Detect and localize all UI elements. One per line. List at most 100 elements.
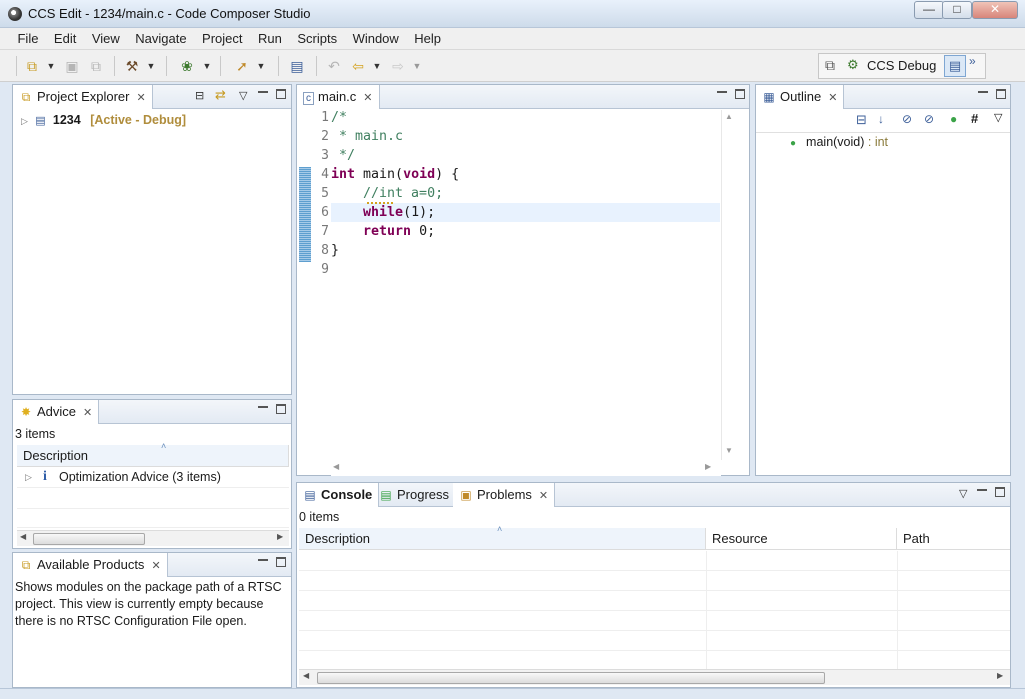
build-dropdown-icon[interactable]: ▼ (146, 56, 156, 76)
editor-vertical-scrollbar[interactable]: ▲ ▼ (721, 110, 737, 460)
minimize-editor-icon[interactable] (717, 90, 727, 93)
tab-advice[interactable]: ✸ Advice ✕ (13, 400, 100, 424)
code-token: 0; (411, 224, 436, 239)
minimize-button[interactable]: — (914, 1, 944, 19)
close-button[interactable]: ✕ (972, 1, 1018, 19)
scroll-left-icon[interactable]: ◀ (303, 671, 309, 680)
sort-indicator-icon: ˄ (161, 441, 167, 451)
close-icon[interactable]: ✕ (828, 92, 837, 104)
prev-edit-icon[interactable]: ⇦ (348, 56, 368, 76)
project-name[interactable]: 1234 (53, 113, 81, 127)
collapse-all-icon[interactable]: ⊟ (856, 112, 867, 128)
maximize-editor-icon[interactable] (735, 89, 745, 99)
maximize-button[interactable]: □ (942, 1, 972, 19)
next-edit-icon[interactable]: ⇨ (388, 56, 408, 76)
more-perspectives-icon[interactable]: » (969, 54, 976, 68)
flash-dropdown-icon[interactable]: ▼ (256, 56, 266, 76)
menu-help[interactable]: Help (408, 29, 447, 48)
table-row[interactable]: ▷ i Optimization Advice (3 items) (17, 468, 289, 488)
tab-console[interactable]: ▤ Console (297, 483, 380, 507)
new-icon[interactable]: ⧉ (22, 56, 42, 76)
menu-edit[interactable]: Edit (48, 29, 82, 48)
minimize-view-icon[interactable] (258, 405, 268, 408)
view-menu-icon[interactable]: ▽ (959, 487, 967, 500)
collapse-all-icon[interactable]: ⊟ (195, 89, 204, 102)
terminal-icon[interactable]: ▤ (287, 56, 307, 76)
menu-run[interactable]: Run (252, 29, 288, 48)
save-all-icon[interactable]: ⧉ (86, 56, 106, 76)
maximize-view-icon[interactable] (995, 487, 1005, 497)
ccs-edit-perspective-icon[interactable]: ▤ (944, 55, 966, 77)
minimize-view-icon[interactable] (258, 558, 268, 561)
prev-edit-dropdown-icon[interactable]: ▼ (372, 56, 382, 76)
tab-project-explorer[interactable]: ⧉ Project Explorer ✕ (13, 85, 153, 109)
column-divider (897, 551, 898, 669)
debug-dropdown-icon[interactable]: ▼ (202, 56, 212, 76)
menu-file[interactable]: File (11, 29, 44, 48)
hide-macros-icon[interactable]: # (971, 111, 978, 126)
maximize-view-icon[interactable] (276, 557, 286, 567)
scrollbar-thumb[interactable] (317, 672, 825, 684)
scroll-right-icon[interactable]: ▶ (277, 532, 283, 541)
minimize-view-icon[interactable] (977, 488, 987, 491)
save-icon[interactable]: ▣ (62, 56, 82, 76)
menu-project[interactable]: Project (196, 29, 248, 48)
scroll-up-icon[interactable]: ▲ (725, 112, 733, 121)
minimize-view-icon[interactable] (258, 90, 268, 93)
back-nav-icon[interactable]: ↶ (324, 56, 344, 76)
scroll-right-icon[interactable]: ▶ (705, 462, 711, 471)
tab-problems[interactable]: ▣ Problems ✕ (453, 483, 556, 507)
table-row-empty (299, 571, 1010, 591)
hide-fields-icon[interactable]: ⊘ (902, 112, 912, 126)
hide-static-icon[interactable]: ⊘ (924, 112, 934, 126)
close-icon[interactable]: ✕ (539, 490, 548, 502)
menu-scripts[interactable]: Scripts (291, 29, 343, 48)
outline-item-main[interactable]: ● main(void) : int (790, 135, 888, 149)
debug-bug-icon[interactable]: ❀ (176, 56, 198, 76)
advice-horizontal-scrollbar[interactable]: ◀ ▶ (17, 530, 289, 546)
open-perspective-icon[interactable]: ⧉ (825, 57, 835, 74)
hide-non-public-icon[interactable]: ● (950, 112, 957, 126)
close-icon[interactable]: ✕ (363, 92, 372, 104)
scroll-down-icon[interactable]: ▼ (725, 446, 733, 455)
tab-outline[interactable]: ▦ Outline ✕ (756, 85, 845, 109)
menu-view[interactable]: View (86, 29, 126, 48)
view-menu-icon[interactable]: ▽ (994, 111, 1002, 124)
maximize-view-icon[interactable] (276, 89, 286, 99)
code-token: (1); (403, 205, 436, 220)
advice-column-description[interactable]: Description ˄ (17, 441, 289, 467)
info-icon: i (43, 469, 47, 484)
tab-main-c[interactable]: c main.c ✕ (297, 85, 380, 109)
expand-chevron-icon[interactable]: ▷ (25, 472, 32, 483)
scrollbar-thumb[interactable] (33, 533, 145, 545)
expand-chevron-icon[interactable]: ▷ (21, 116, 28, 126)
scroll-right-icon[interactable]: ▶ (997, 671, 1003, 680)
link-editor-icon[interactable]: ⇄ (215, 87, 226, 103)
scroll-left-icon[interactable]: ◀ (20, 532, 26, 541)
problems-column-path[interactable]: Path (897, 528, 1010, 550)
build-hammer-icon[interactable]: ⚒ (122, 56, 142, 76)
new-dropdown-icon[interactable]: ▼ (46, 56, 56, 76)
tab-progress[interactable]: ▤ Progress (373, 483, 457, 507)
problems-column-description[interactable]: Description ˄ (299, 524, 706, 550)
maximize-view-icon[interactable] (276, 404, 286, 414)
sort-alphabetically-icon[interactable]: ↓ (878, 112, 884, 126)
close-icon[interactable]: ✕ (83, 407, 92, 419)
code-token: main( (355, 167, 404, 182)
table-row-empty (17, 489, 289, 509)
next-edit-dropdown-icon[interactable]: ▼ (412, 56, 422, 76)
close-icon[interactable]: ✕ (151, 560, 160, 572)
problems-column-resource[interactable]: Resource (706, 528, 897, 550)
scroll-left-icon[interactable]: ◀ (333, 462, 339, 471)
minimize-view-icon[interactable] (978, 90, 988, 93)
tab-available-products[interactable]: ⧉ Available Products ✕ (13, 553, 168, 577)
maximize-view-icon[interactable] (996, 89, 1006, 99)
editor-horizontal-scrollbar[interactable]: ◀ ▶ (331, 460, 721, 476)
close-icon[interactable]: ✕ (136, 92, 145, 104)
menu-navigate[interactable]: Navigate (129, 29, 192, 48)
menu-window[interactable]: Window (347, 29, 405, 48)
problems-horizontal-scrollbar[interactable]: ◀ ▶ (299, 669, 1010, 685)
perspective-ccs-debug[interactable]: CCS Debug (867, 58, 936, 73)
flash-icon[interactable]: ➚ (232, 56, 252, 76)
view-menu-icon[interactable]: ▽ (239, 89, 247, 102)
